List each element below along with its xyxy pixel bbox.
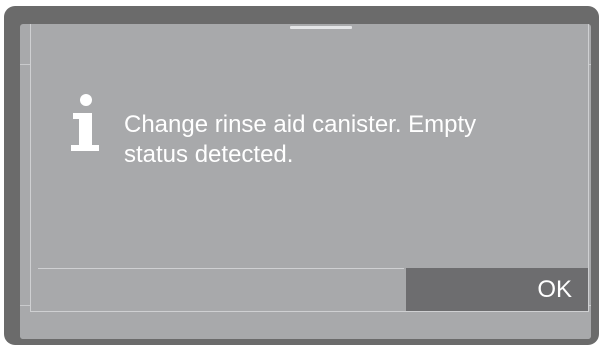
ok-button[interactable]: OK [406,268,588,311]
dialog-message: Change rinse aid canister. Empty status … [124,111,477,168]
left-edge-marker-top [20,64,30,65]
dialog-button-row: OK [31,268,588,311]
screen-footer [20,312,591,339]
device-bezel: Change rinse aid canister. Empty status … [4,6,599,345]
display-screen: Change rinse aid canister. Empty status … [20,24,591,339]
dialog-handle [290,26,352,29]
button-row-divider [38,268,404,269]
info-dialog: Change rinse aid canister. Empty status … [30,24,589,312]
left-edge-marker-bottom [20,305,30,306]
info-icon [71,94,99,151]
right-edge-marker-top [589,64,591,65]
right-edge-marker-bottom [589,305,591,306]
